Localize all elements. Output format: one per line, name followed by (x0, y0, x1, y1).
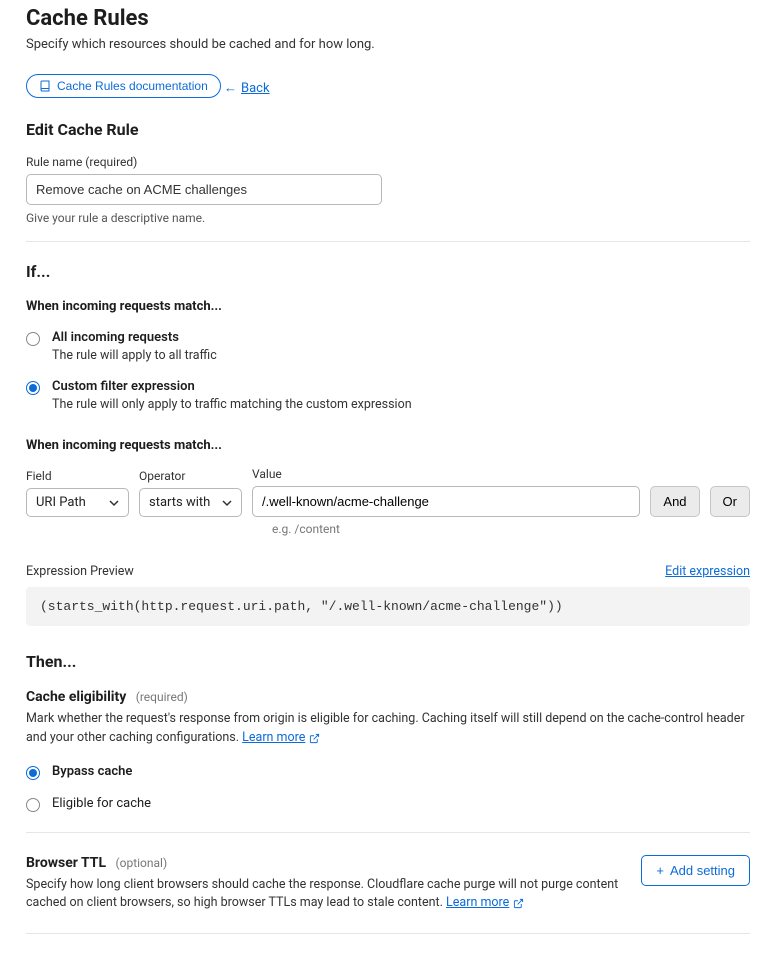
docs-button-label: Cache Rules documentation (57, 79, 208, 93)
radio-icon-selected (26, 766, 40, 780)
arrow-left-icon: ← (224, 80, 237, 96)
radio-all-desc: The rule will apply to all traffic (52, 348, 217, 363)
then-heading: Then... (26, 652, 750, 671)
eligible-cache-label: Eligible for cache (52, 796, 151, 811)
edit-rule-heading: Edit Cache Rule (26, 120, 750, 139)
browser-ttl-desc: Specify how long client browsers should … (26, 876, 621, 914)
plus-icon: + (656, 863, 664, 878)
back-link[interactable]: ← Back (224, 80, 270, 96)
browser-ttl-text: Browser TTL (26, 855, 106, 871)
radio-custom-title: Custom filter expression (52, 379, 412, 394)
value-input[interactable] (252, 486, 640, 517)
learn-more-ttl[interactable]: Learn more (446, 894, 524, 913)
external-link-icon (513, 898, 524, 909)
learn-more-eligibility[interactable]: Learn more (242, 729, 320, 748)
learn-more-text: Learn more (242, 729, 305, 748)
field-col-label: Field (26, 469, 129, 483)
operator-col-label: Operator (139, 469, 242, 483)
optional-label: (optional) (116, 856, 168, 870)
radio-all-title: All incoming requests (52, 330, 217, 345)
radio-all-requests[interactable]: All incoming requests The rule will appl… (26, 330, 750, 363)
and-button[interactable]: And (650, 486, 699, 517)
field-select-value: URI Path (36, 495, 86, 510)
expression-preview-code: (starts_with(http.request.uri.path, "/.w… (26, 587, 750, 626)
cache-eligibility-title: Cache eligibility (required) (26, 689, 750, 705)
radio-icon (26, 332, 40, 346)
add-setting-button[interactable]: + Add setting (641, 855, 750, 886)
page-subtitle: Specify which resources should be cached… (26, 37, 750, 52)
value-hint: e.g. /content (272, 522, 750, 536)
radio-custom-desc: The rule will only apply to traffic matc… (52, 397, 412, 412)
book-icon (39, 80, 51, 92)
divider (26, 832, 750, 833)
eligibility-desc: Mark whether the request's response from… (26, 710, 750, 748)
operator-select-value: starts with (149, 495, 210, 510)
docs-button[interactable]: Cache Rules documentation (26, 74, 221, 98)
radio-eligible-cache[interactable]: Eligible for cache (26, 796, 750, 812)
learn-more-text: Learn more (446, 894, 509, 913)
back-link-label: Back (241, 81, 270, 96)
edit-expression-link[interactable]: Edit expression (665, 564, 750, 579)
rule-name-label: Rule name (required) (26, 155, 750, 169)
expression-preview-label: Expression Preview (26, 564, 134, 579)
value-col-label: Value (252, 467, 640, 481)
operator-select[interactable]: starts with (139, 488, 242, 517)
if-heading: If... (26, 262, 750, 281)
divider (26, 241, 750, 242)
cache-eligibility-text: Cache eligibility (26, 689, 126, 705)
rule-name-helper: Give your rule a descriptive name. (26, 211, 750, 225)
add-setting-label: Add setting (670, 863, 735, 878)
bypass-cache-label: Bypass cache (52, 764, 132, 779)
required-text: (required) (136, 690, 188, 704)
rule-name-input[interactable] (26, 174, 382, 205)
match-heading-2: When incoming requests match... (26, 438, 750, 453)
or-button[interactable]: Or (710, 486, 750, 517)
chevron-down-icon (109, 498, 119, 508)
divider (26, 933, 750, 934)
browser-ttl-desc-text: Specify how long client browsers should … (26, 877, 618, 911)
match-heading-1: When incoming requests match... (26, 299, 750, 314)
radio-icon-selected (26, 381, 40, 395)
radio-bypass-cache[interactable]: Bypass cache (26, 764, 750, 780)
page-title: Cache Rules (26, 6, 750, 31)
eligibility-desc-text: Mark whether the request's response from… (26, 711, 745, 745)
browser-ttl-title: Browser TTL (optional) (26, 855, 621, 871)
chevron-down-icon (222, 498, 232, 508)
radio-custom-expression[interactable]: Custom filter expression The rule will o… (26, 379, 750, 412)
external-link-icon (309, 733, 320, 744)
field-select[interactable]: URI Path (26, 488, 129, 517)
